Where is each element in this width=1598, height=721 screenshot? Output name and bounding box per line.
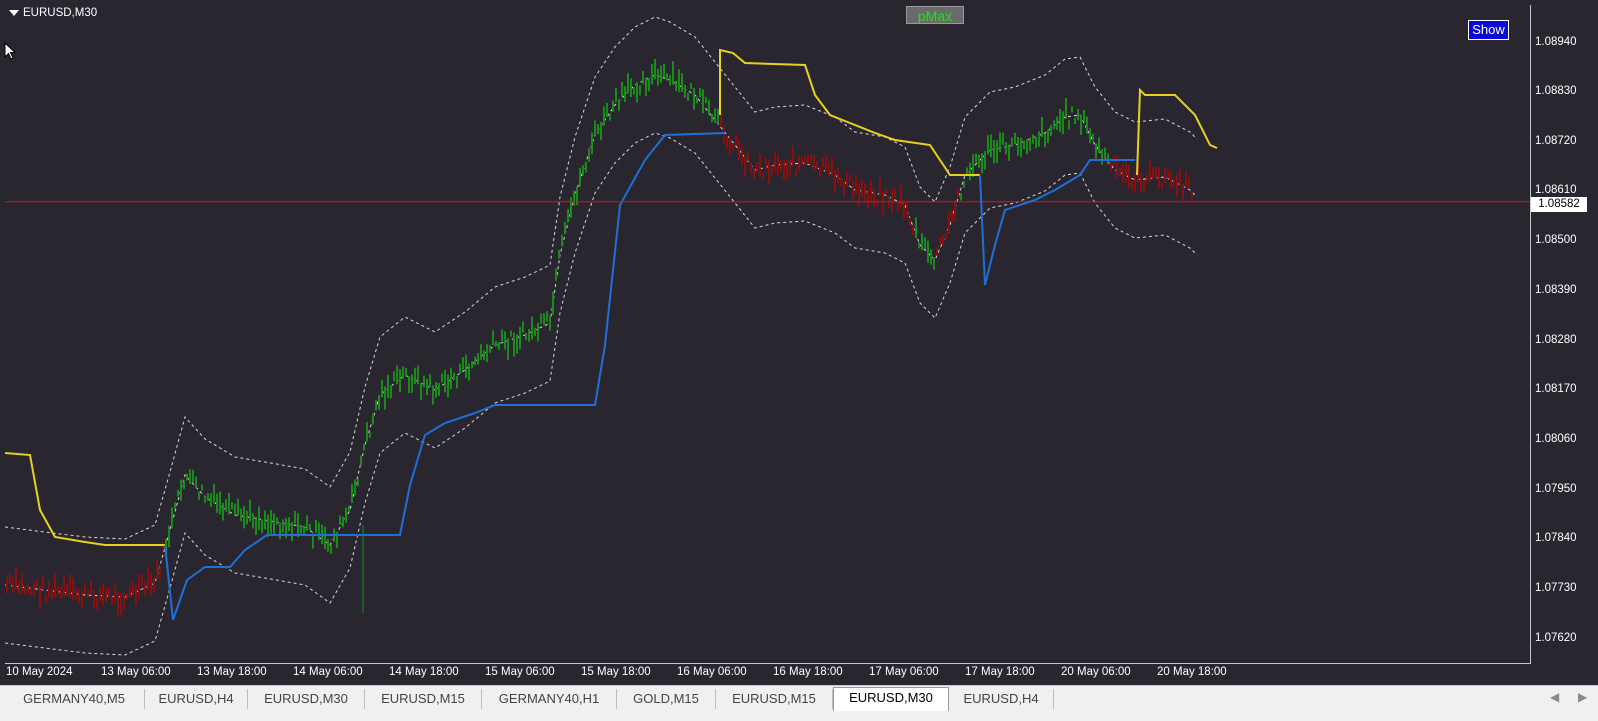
price-tick: 1.07730	[1535, 582, 1577, 594]
tab-eurusd-m15-2[interactable]: EURUSD,M15	[716, 689, 833, 709]
time-tick: 20 May 06:00	[1061, 666, 1131, 678]
symbol-label[interactable]: EURUSD,M30	[9, 7, 97, 19]
symbol-text: EURUSD,M30	[23, 7, 98, 19]
time-tick: 13 May 06:00	[101, 666, 171, 678]
tab-eurusd-m30-active[interactable]: EURUSD,M30	[833, 687, 949, 711]
price-tick: 1.08940	[1535, 36, 1577, 48]
time-tick: 14 May 18:00	[389, 666, 459, 678]
price-tick: 1.08280	[1535, 334, 1577, 346]
time-tick: 10 May 2024	[6, 666, 73, 678]
envelope-lower-line	[5, 132, 1198, 656]
show-button[interactable]: Show	[1468, 20, 1509, 40]
tab-eurusd-m30[interactable]: EURUSD,M30	[248, 689, 365, 709]
tab-eurusd-h4-2[interactable]: EURUSD,H4	[949, 689, 1054, 709]
time-tick: 15 May 18:00	[581, 666, 651, 678]
time-tick: 16 May 18:00	[773, 666, 843, 678]
tab-gold-m15[interactable]: GOLD,M15	[617, 689, 716, 709]
time-tick: 17 May 06:00	[869, 666, 939, 678]
price-tick: 1.08500	[1535, 234, 1577, 246]
time-tick: 20 May 18:00	[1157, 666, 1227, 678]
price-tick: 1.08610	[1535, 184, 1577, 196]
tab-germany40-m5[interactable]: GERMANY40,M5	[4, 689, 145, 709]
mouse-cursor-icon	[4, 42, 16, 60]
time-tick: 14 May 06:00	[293, 666, 363, 678]
price-tick: 1.08170	[1535, 383, 1577, 395]
tab-scroll-right-icon[interactable]: ▶	[1578, 690, 1587, 704]
price-tick: 1.08720	[1535, 135, 1577, 147]
price-tick: 1.07950	[1535, 483, 1577, 495]
chart-window: EURUSD,M30 pMax Show 1.08940 1.08830 1.0…	[0, 0, 1598, 720]
price-tick: 1.07840	[1535, 532, 1577, 544]
time-tick: 17 May 18:00	[965, 666, 1035, 678]
envelope-bands	[5, 16, 1198, 656]
price-tick: 1.07620	[1535, 632, 1577, 644]
tab-eurusd-m15[interactable]: EURUSD,M15	[365, 689, 482, 709]
envelope-upper-line	[5, 16, 1198, 540]
tab-eurusd-h4[interactable]: EURUSD,H4	[145, 689, 248, 709]
tab-scroll-left-icon[interactable]: ◀	[1550, 690, 1559, 704]
price-chart[interactable]	[5, 5, 1530, 663]
tab-germany40-h1[interactable]: GERMANY40,H1	[482, 689, 617, 709]
time-tick: 13 May 18:00	[197, 666, 267, 678]
time-tick: 15 May 06:00	[485, 666, 555, 678]
pmax-support-line	[979, 159, 1135, 286]
chart-tab-bar: GERMANY40,M5 EURUSD,H4 EURUSD,M30 EURUSD…	[0, 685, 1598, 721]
candles	[6, 58, 1193, 616]
price-tick: 1.08830	[1535, 85, 1577, 97]
current-price-label: 1.08582	[1531, 197, 1587, 212]
price-tick: 1.08390	[1535, 284, 1577, 296]
chevron-down-icon[interactable]	[9, 10, 19, 16]
pmax-indicator-button[interactable]: pMax	[906, 6, 964, 24]
time-tick: 16 May 06:00	[677, 666, 747, 678]
price-tick: 1.08060	[1535, 433, 1577, 445]
